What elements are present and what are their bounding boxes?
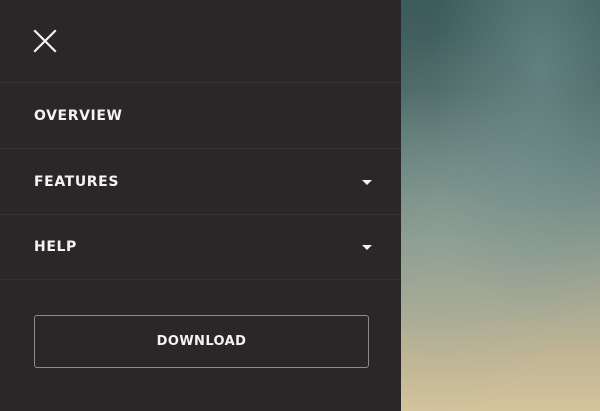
caret-down-icon <box>362 179 372 185</box>
background-sky-image <box>401 0 600 411</box>
nav-item-label: FEATURES <box>34 173 120 190</box>
nav-item-label: HELP <box>34 239 77 255</box>
nav-item-features[interactable]: FEATURES <box>0 148 401 214</box>
close-button[interactable] <box>33 29 57 53</box>
navigation-drawer: OVERVIEW FEATURES HELP DOWNLOAD <box>0 0 401 411</box>
nav-item-label: OVERVIEW <box>34 107 123 124</box>
caret-down-icon <box>362 245 372 250</box>
drawer-header <box>0 0 401 82</box>
nav-item-overview[interactable]: OVERVIEW <box>0 82 401 148</box>
close-icon <box>33 29 57 53</box>
nav-item-help[interactable]: HELP <box>0 214 401 280</box>
nav-list: OVERVIEW FEATURES HELP <box>0 82 401 280</box>
download-button[interactable]: DOWNLOAD <box>34 315 369 368</box>
